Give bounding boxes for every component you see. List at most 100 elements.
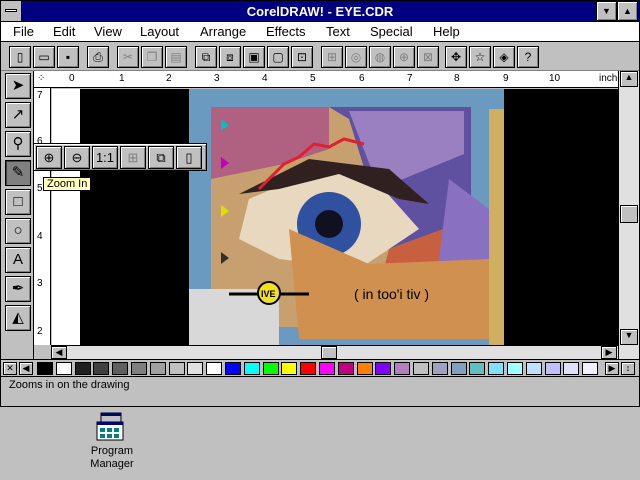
palette-swatch[interactable] [74,362,91,375]
horizontal-scrollbar[interactable]: ◀ ▶ [51,345,618,359]
pencil-tool[interactable]: ✎ [5,160,31,186]
fit-in-window-icon[interactable]: ⧉ [148,146,174,169]
save-icon[interactable]: ▪ [57,46,79,68]
palette-swatch[interactable] [300,362,317,375]
palette-swatch[interactable] [488,362,505,375]
ellipse-tool[interactable]: ○ [5,218,31,244]
palette-swatch[interactable] [413,362,429,375]
print-icon[interactable]: ⎙ [87,46,109,68]
fill-tool[interactable]: ◭ [5,305,31,331]
star-icon[interactable]: ☆ [469,46,491,68]
full-screen-icon[interactable]: ▢ [267,46,289,68]
program-manager-icon[interactable] [95,412,129,442]
palette-scroll-left-icon[interactable]: ◀ [19,362,33,375]
no-fill-icon[interactable]: ✕ [3,362,17,375]
palette-swatch[interactable] [262,362,279,375]
palette-swatch[interactable] [544,362,561,375]
palette-swatch[interactable] [582,362,599,375]
palette-swatch[interactable] [187,362,204,375]
zoom-out-icon[interactable]: ⊖ [64,146,90,169]
palette-swatch[interactable] [281,362,298,375]
palette-swatch[interactable] [375,362,392,375]
horizontal-scroll-thumb[interactable] [321,346,337,359]
curve-icon[interactable]: ◍ [369,46,391,68]
minimize-button[interactable]: ▼ [596,1,617,21]
weld-icon[interactable]: ⊕ [393,46,415,68]
palette-swatch[interactable] [431,362,448,375]
palette-swatch[interactable] [525,362,542,375]
pick-tool[interactable]: ➤ [5,73,31,99]
palette-swatch[interactable] [168,362,185,375]
vertical-scrollbar[interactable]: ▲ ▼ [618,71,639,359]
scroll-right-arrow-icon[interactable]: ▶ [601,346,617,359]
palette-swatch[interactable] [112,362,129,375]
group-icon[interactable]: ⧉ [195,46,217,68]
palette-swatch[interactable] [55,362,72,375]
palette-swatch[interactable] [93,362,110,375]
menu-arrange[interactable]: Arrange [200,24,246,39]
menu-help[interactable]: Help [433,24,460,39]
wireframe-icon[interactable]: ▣ [243,46,265,68]
cut-icon[interactable]: ✂ [117,46,139,68]
vertical-ruler[interactable]: 7 6 5 4 3 2 [34,88,51,345]
palette-scroll-right-icon[interactable]: ▶ [605,362,619,375]
palette-swatch[interactable] [37,362,53,375]
horizontal-ruler[interactable]: ⁘ 0 1 2 3 4 5 6 7 8 9 10 inches [34,71,639,88]
menu-layout[interactable]: Layout [140,24,179,39]
scroll-down-arrow-icon[interactable]: ▼ [620,329,638,345]
zoom-tool[interactable]: ⚲ [5,131,31,157]
paste-icon[interactable]: ▤ [165,46,187,68]
palette-swatch[interactable] [563,362,580,375]
shape-tool[interactable]: ↗ [5,102,31,128]
show-page-icon[interactable]: ▯ [176,146,202,169]
drawing-canvas[interactable]: IVE ( in too'i tiv ) [52,89,618,345]
vertical-scroll-thumb[interactable] [620,205,638,223]
new-icon[interactable]: ▯ [9,46,31,68]
rotate-icon[interactable]: ◎ [345,46,367,68]
open-icon[interactable]: ▭ [33,46,55,68]
align-icon[interactable]: ⊞ [321,46,343,68]
palette-swatch[interactable] [394,362,411,375]
zoom-selected-icon[interactable]: ⊞ [120,146,146,169]
status-message: Zooms in on the drawing [9,379,130,391]
import-icon[interactable]: ⊡ [291,46,313,68]
help-icon[interactable]: ? [517,46,539,68]
maximize-button[interactable]: ▲ [617,1,638,21]
contour-icon[interactable]: ◈ [493,46,515,68]
color-palette: ✕ ◀ ▶ ↕ [1,359,639,377]
palette-swatch[interactable] [243,362,260,375]
menu-edit[interactable]: Edit [53,24,75,39]
palette-swatch[interactable] [206,362,223,375]
palette-swatch[interactable] [450,362,467,375]
scroll-up-arrow-icon[interactable]: ▲ [620,71,638,87]
ruler-tick: 0 [69,73,75,84]
palette-swatch[interactable] [469,362,486,375]
palette-swatch[interactable] [225,362,241,375]
menu-effects[interactable]: Effects [266,24,306,39]
move-icon[interactable]: ✥ [445,46,467,68]
menu-text[interactable]: Text [326,24,350,39]
palette-swatch[interactable] [131,362,147,375]
program-manager-label[interactable]: Program Manager [82,445,142,471]
palette-expand-icon[interactable]: ↕ [621,362,635,375]
scroll-left-arrow-icon[interactable]: ◀ [51,346,67,359]
title-bar[interactable]: CorelDRAW! - EYE.CDR ▼ ▲ [1,1,639,22]
zoom-in-icon[interactable]: ⊕ [36,146,62,169]
text-tool[interactable]: A [5,247,31,273]
palette-swatch[interactable] [337,362,354,375]
menu-view[interactable]: View [94,24,122,39]
palette-swatch[interactable] [319,362,335,375]
menu-file[interactable]: File [13,24,34,39]
outline-tool[interactable]: ✒ [5,276,31,302]
menu-special[interactable]: Special [370,24,413,39]
eye-artwork[interactable]: IVE ( in too'i tiv ) [189,89,504,345]
ungroup-icon[interactable]: ⧈ [219,46,241,68]
palette-swatch[interactable] [507,362,523,375]
node-icon[interactable]: ⊠ [417,46,439,68]
copy-icon[interactable]: ❐ [141,46,163,68]
ruler-tick: 10 [549,73,561,84]
palette-swatch[interactable] [356,362,373,375]
palette-swatch[interactable] [149,362,166,375]
actual-size-button[interactable]: 1:1 [92,146,118,169]
rectangle-tool[interactable]: □ [5,189,31,215]
